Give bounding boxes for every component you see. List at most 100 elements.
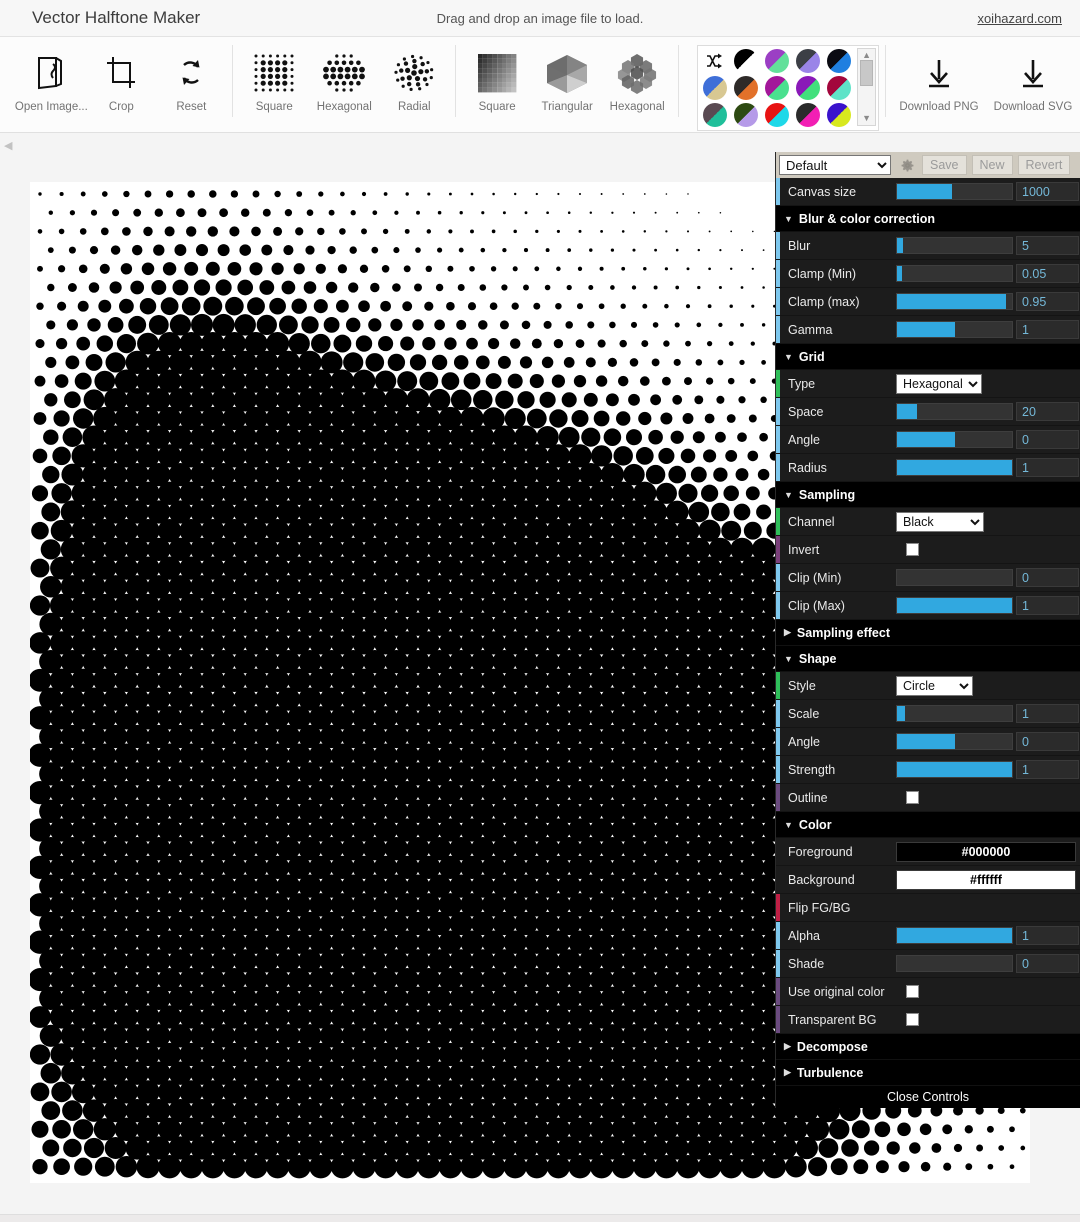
shape-tool-triangular[interactable]: Triangular [532,37,602,129]
section-header-turbulence[interactable]: ▶ Turbulence [776,1060,1080,1086]
value-input-gamma[interactable]: 1 [1016,320,1079,339]
slider-angle[interactable] [896,431,1013,448]
value-input-clamp-min[interactable]: 0.05 [1016,264,1079,283]
collapse-left-icon[interactable]: ◀ [4,139,18,155]
checkbox-use-original-color[interactable] [906,985,919,998]
palette-swatch[interactable] [734,76,759,100]
color-swatch-background[interactable]: #ffffff [896,869,1076,890]
slider-blur[interactable] [896,237,1013,254]
slider-scale[interactable] [896,705,1013,722]
palette-swatch[interactable] [734,49,759,73]
tool-open-image[interactable]: Open Image... [15,37,88,129]
value-input-radius[interactable]: 1 [1016,458,1079,477]
shape-tool-hexagonal[interactable]: Hexagonal [602,37,672,129]
value-input-clip-min[interactable]: 0 [1016,568,1079,587]
slider-clamp-max[interactable] [896,293,1013,310]
control-row-strength: Strength 1 [776,756,1080,784]
select-type[interactable]: SquareHexagonalRadial [896,373,982,394]
save-preset-button[interactable]: Save [922,155,967,175]
slider-strength[interactable] [896,761,1013,778]
palette-swatch[interactable] [827,76,852,100]
slider-radius[interactable] [896,459,1013,476]
grid-tool-square[interactable]: Square [239,37,309,129]
section-header-grid[interactable]: ▼ Grid [776,344,1080,370]
slider-clip-max[interactable] [896,597,1013,614]
control-label: Style [788,678,816,693]
value-input-clip-max[interactable]: 1 [1016,596,1079,615]
grid-tool-hexagonal[interactable]: Hexagonal [309,37,379,129]
row-accent-bar [776,232,780,259]
gear-icon[interactable] [897,155,917,175]
palette-swatch[interactable] [796,49,821,73]
palette-swatch[interactable] [703,76,728,100]
section-title: Grid [798,349,825,364]
slider-alpha[interactable] [896,927,1013,944]
section-title: Color [798,817,832,832]
select-channel[interactable]: BlackRedGreenBlueLuminance [896,511,984,532]
section-header-sampling[interactable]: ▼ Sampling [776,482,1080,508]
section-header-sampling-effect[interactable]: ▶ Sampling effect [776,620,1080,646]
revert-preset-button[interactable]: Revert [1017,155,1071,175]
value-input-alpha[interactable]: 1 [1016,926,1079,945]
palette-swatch[interactable] [765,49,790,73]
slider-clip-min[interactable] [896,569,1013,586]
slider-shade[interactable] [896,955,1013,972]
export-download-svg[interactable]: Download SVG [986,37,1080,129]
checkbox-invert[interactable] [906,543,919,556]
section-header-color[interactable]: ▼ Color [776,812,1080,838]
value-input-space[interactable]: 20 [1016,402,1079,421]
value-input-scale[interactable]: 1 [1016,704,1079,723]
value-input-angle[interactable]: 0 [1016,430,1079,449]
value-input-clamp-max[interactable]: 0.95 [1016,292,1079,311]
checkbox-transparent-bg[interactable] [906,1013,919,1026]
slider-space[interactable] [896,403,1013,420]
palette-swatch[interactable] [765,76,790,100]
export-download-png[interactable]: Download PNG [892,37,986,129]
new-preset-button[interactable]: New [971,155,1013,175]
palette-swatch[interactable] [734,103,759,127]
value-input-shade[interactable]: 0 [1016,954,1079,973]
shape-tool-square[interactable]: Square [462,37,532,129]
toolbar-item-label: Download PNG [899,101,979,113]
section-header-blur[interactable]: ▼ Blur & color correction [776,206,1080,232]
slider-gamma[interactable] [896,321,1013,338]
value-input-angle[interactable]: 0 [1016,732,1079,751]
caret-down-icon: ▼ [784,653,793,664]
site-link[interactable]: xoihazard.com [977,11,1062,26]
value-input-strength[interactable]: 1 [1016,760,1079,779]
tool-crop[interactable]: Crop [86,37,156,129]
chevron-down-icon[interactable]: ▼ [862,114,871,123]
color-swatch-foreground[interactable]: #000000 [896,841,1076,862]
value-input-canvas-size[interactable]: 1000 [1016,182,1079,201]
control-row-gamma: Gamma 1 [776,316,1080,344]
slider-clamp-min[interactable] [896,265,1013,282]
palette-swatch[interactable] [703,103,728,127]
palette-swatch[interactable] [796,76,821,100]
palette-swatch[interactable] [765,103,790,127]
checkbox-outline[interactable] [906,791,919,804]
chevron-up-icon[interactable]: ▲ [862,51,871,60]
control-row-flip-fg-bg: Flip FG/BG [776,894,1080,922]
preset-select[interactable]: Default [779,155,891,175]
toolbar-item-label: Radial [397,101,431,113]
section-header-decompose[interactable]: ▶ Decompose [776,1034,1080,1060]
scrollbar-thumb[interactable] [860,60,874,86]
palette-swatch[interactable] [827,103,852,127]
palette-scrollbar[interactable]: ▲ ▼ [857,48,877,126]
section-header-shape[interactable]: ▼ Shape [776,646,1080,672]
shuffle-icon[interactable] [700,48,730,74]
slider-canvas-size[interactable] [896,183,1013,200]
slider-fill [897,266,902,281]
slider-angle[interactable] [896,733,1013,750]
close-controls-button[interactable]: Close Controls [776,1086,1080,1108]
select-style[interactable]: CircleSquareTriangleHexagon [896,675,973,696]
palette-swatch[interactable] [827,49,852,73]
control-row-canvas-size: Canvas size 1000 [776,178,1080,206]
control-row-background: Background #ffffff [776,866,1080,894]
value-input-blur[interactable]: 5 [1016,236,1079,255]
grid-tool-radial[interactable]: Radial [379,37,449,129]
color-palette-grid [700,48,854,128]
palette-swatch[interactable] [796,103,821,127]
caret-down-icon: ▼ [784,489,793,500]
tool-reset[interactable]: Reset [156,37,226,129]
